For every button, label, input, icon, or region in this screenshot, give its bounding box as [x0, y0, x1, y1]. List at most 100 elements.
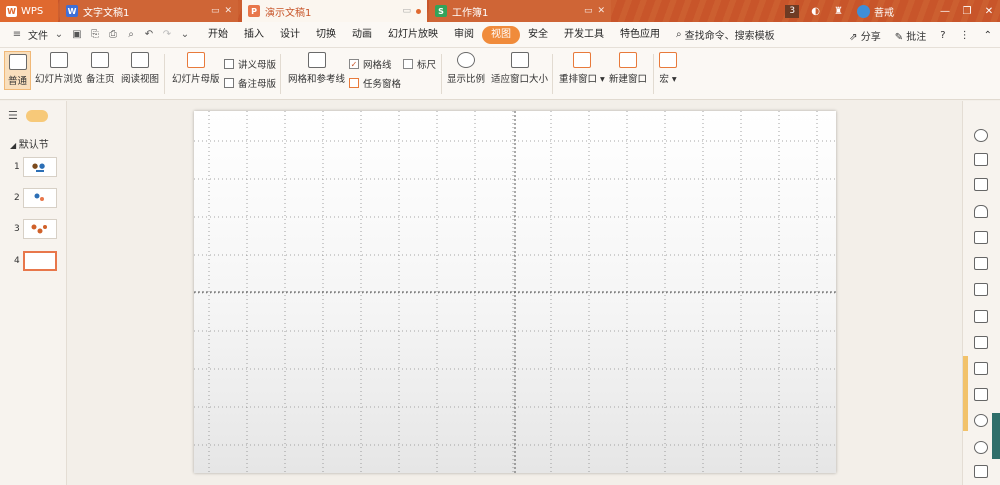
- grid-icon: [307, 52, 326, 68]
- document-icon[interactable]: [974, 283, 988, 296]
- chevron-down-icon[interactable]: ⌄: [178, 29, 192, 40]
- menu-transitions[interactable]: 切换: [308, 26, 344, 44]
- wps-home-button[interactable]: W WPS: [0, 0, 58, 22]
- menu-security[interactable]: 安全: [520, 26, 556, 44]
- custom-animation-icon[interactable]: [974, 129, 988, 142]
- ruler-checkbox[interactable]: 标尺: [403, 57, 436, 71]
- search-label: 查找命令、搜索模板: [684, 31, 775, 42]
- arrange-windows-button[interactable]: 重排窗口 ▾: [559, 52, 605, 85]
- checkmark-icon: ✓: [349, 59, 359, 69]
- grid-guides-button[interactable]: 网格和参考线: [288, 52, 345, 85]
- side-widget-handle[interactable]: [992, 413, 1000, 459]
- new-window-button[interactable]: 新建窗口: [609, 52, 647, 85]
- notes-master-button[interactable]: 备注母版: [224, 76, 276, 90]
- share-button[interactable]: ⇗ 分享: [849, 28, 881, 43]
- tab-close-icon[interactable]: ✕: [597, 6, 605, 16]
- chevron-up-icon[interactable]: ⌃: [984, 30, 992, 41]
- menu-home[interactable]: 开始: [200, 26, 236, 44]
- slide-thumbnail-panel: ☰ ◢ 默认节 1 ● ● 2 3 4: [0, 101, 67, 485]
- tab-close-icon[interactable]: ✕: [224, 6, 232, 16]
- outline-list-icon[interactable]: ☰: [8, 109, 18, 122]
- handout-master-label: 讲义母版: [238, 60, 277, 71]
- command-search[interactable]: ⌕ 查找命令、搜索模板: [668, 27, 783, 42]
- slide-thumbnail[interactable]: [23, 219, 57, 239]
- file-menu[interactable]: 文件: [28, 27, 48, 42]
- notes-page-icon: [91, 52, 110, 68]
- user-name[interactable]: 菩戒: [874, 4, 894, 19]
- tab-presentation[interactable]: P 演示文稿1 ▭: [242, 0, 427, 22]
- ribbon-divider: [441, 54, 442, 94]
- print-icon[interactable]: ⎙: [106, 29, 120, 40]
- zoom-button[interactable]: 显示比例: [447, 52, 485, 85]
- speaker-icon[interactable]: [974, 465, 988, 478]
- copy-format-icon[interactable]: [974, 153, 988, 166]
- slide-sorter-button[interactable]: 幻灯片浏览: [35, 52, 83, 85]
- export-share-icon[interactable]: [974, 310, 988, 323]
- minimize-icon[interactable]: —: [934, 6, 956, 17]
- tab-writer-doc[interactable]: W 文字文稿1 ▭ ✕: [60, 0, 238, 22]
- notes-page-button[interactable]: 备注页: [86, 52, 115, 85]
- slides-view-toggle[interactable]: [25, 109, 48, 122]
- slide-thumb-row[interactable]: 1 ● ●: [14, 157, 57, 177]
- slide-thumb-row[interactable]: 2: [14, 188, 57, 208]
- slide-thumbnail-selected[interactable]: [23, 251, 57, 271]
- menu-developer[interactable]: 开发工具: [556, 26, 612, 44]
- unsaved-dot-icon[interactable]: [416, 8, 421, 14]
- menu-hamburger-icon[interactable]: ≡: [10, 29, 24, 40]
- skin-icon[interactable]: ◐: [811, 6, 820, 17]
- normal-view-button[interactable]: 普通: [4, 51, 32, 90]
- section-header[interactable]: ◢ 默认节: [0, 122, 66, 151]
- menu-view[interactable]: 视图: [482, 25, 520, 44]
- undo-icon[interactable]: ↶: [142, 29, 156, 40]
- image-icon[interactable]: [974, 362, 988, 375]
- menu-animations[interactable]: 动画: [344, 26, 380, 44]
- fit-window-label: 适应窗口大小: [491, 74, 549, 85]
- tab-monitor-icon[interactable]: ▭: [402, 6, 411, 16]
- help-icon[interactable]: ?: [940, 30, 945, 41]
- reading-view-button[interactable]: 阅读视图: [121, 52, 159, 85]
- slide-master-button[interactable]: 幻灯片母版: [172, 52, 220, 85]
- tab-monitor-icon[interactable]: ▭: [211, 6, 220, 16]
- gridlines-checkbox[interactable]: ✓ 网格线: [349, 57, 392, 71]
- handout-master-button[interactable]: 讲义母版: [224, 57, 276, 71]
- macro-button[interactable]: 宏 ▾: [659, 52, 677, 85]
- fill-icon[interactable]: [974, 205, 988, 218]
- task-pane-icon: [349, 78, 359, 88]
- window-count-badge[interactable]: 3: [785, 4, 800, 18]
- menu-slideshow[interactable]: 幻灯片放映: [380, 26, 446, 44]
- history-icon[interactable]: [974, 441, 988, 454]
- save-icon[interactable]: ▣: [70, 29, 84, 40]
- print-preview-icon[interactable]: ⌕: [124, 29, 138, 40]
- menu-design[interactable]: 设计: [272, 26, 308, 44]
- comment-button[interactable]: ✎ 批注: [895, 28, 927, 43]
- menu-review[interactable]: 审阅: [446, 26, 482, 44]
- settings-sliders-icon[interactable]: [974, 257, 988, 270]
- tab-spreadsheet[interactable]: S 工作簿1 ▭ ✕: [429, 0, 611, 22]
- task-pane-button[interactable]: 任务窗格: [349, 76, 401, 90]
- maximize-icon[interactable]: ❐: [956, 6, 978, 17]
- more-icon[interactable]: ⋮: [960, 30, 970, 41]
- slide-sorter-icon: [49, 52, 68, 68]
- slide-thumb-row[interactable]: 3: [14, 219, 57, 239]
- slide-thumbnail[interactable]: [23, 188, 57, 208]
- menu-insert[interactable]: 插入: [236, 26, 272, 44]
- chevron-down-icon[interactable]: ⌄: [52, 29, 66, 40]
- archive-icon[interactable]: [974, 336, 988, 349]
- tab-monitor-icon[interactable]: ▭: [584, 6, 593, 16]
- gift-icon[interactable]: ♜: [834, 6, 843, 17]
- writer-doc-icon: W: [66, 5, 78, 17]
- layers-icon[interactable]: [974, 178, 988, 191]
- menu-special[interactable]: 特色应用: [612, 26, 668, 44]
- grid-apps-icon[interactable]: [974, 231, 988, 244]
- fit-window-button[interactable]: 适应窗口大小: [491, 52, 548, 85]
- avatar[interactable]: [857, 4, 870, 18]
- shield-icon[interactable]: [974, 414, 988, 427]
- slide-thumb-row[interactable]: 4: [14, 251, 57, 271]
- redo-icon[interactable]: ↷: [160, 29, 174, 40]
- close-icon[interactable]: ✕: [978, 6, 1000, 17]
- current-slide[interactable]: [194, 111, 836, 473]
- slide-thumbnail[interactable]: ● ●: [23, 157, 57, 177]
- audio-icon[interactable]: [974, 388, 988, 401]
- sidebar-scrollbar[interactable]: [963, 356, 968, 431]
- export-icon[interactable]: ⎘: [88, 29, 102, 40]
